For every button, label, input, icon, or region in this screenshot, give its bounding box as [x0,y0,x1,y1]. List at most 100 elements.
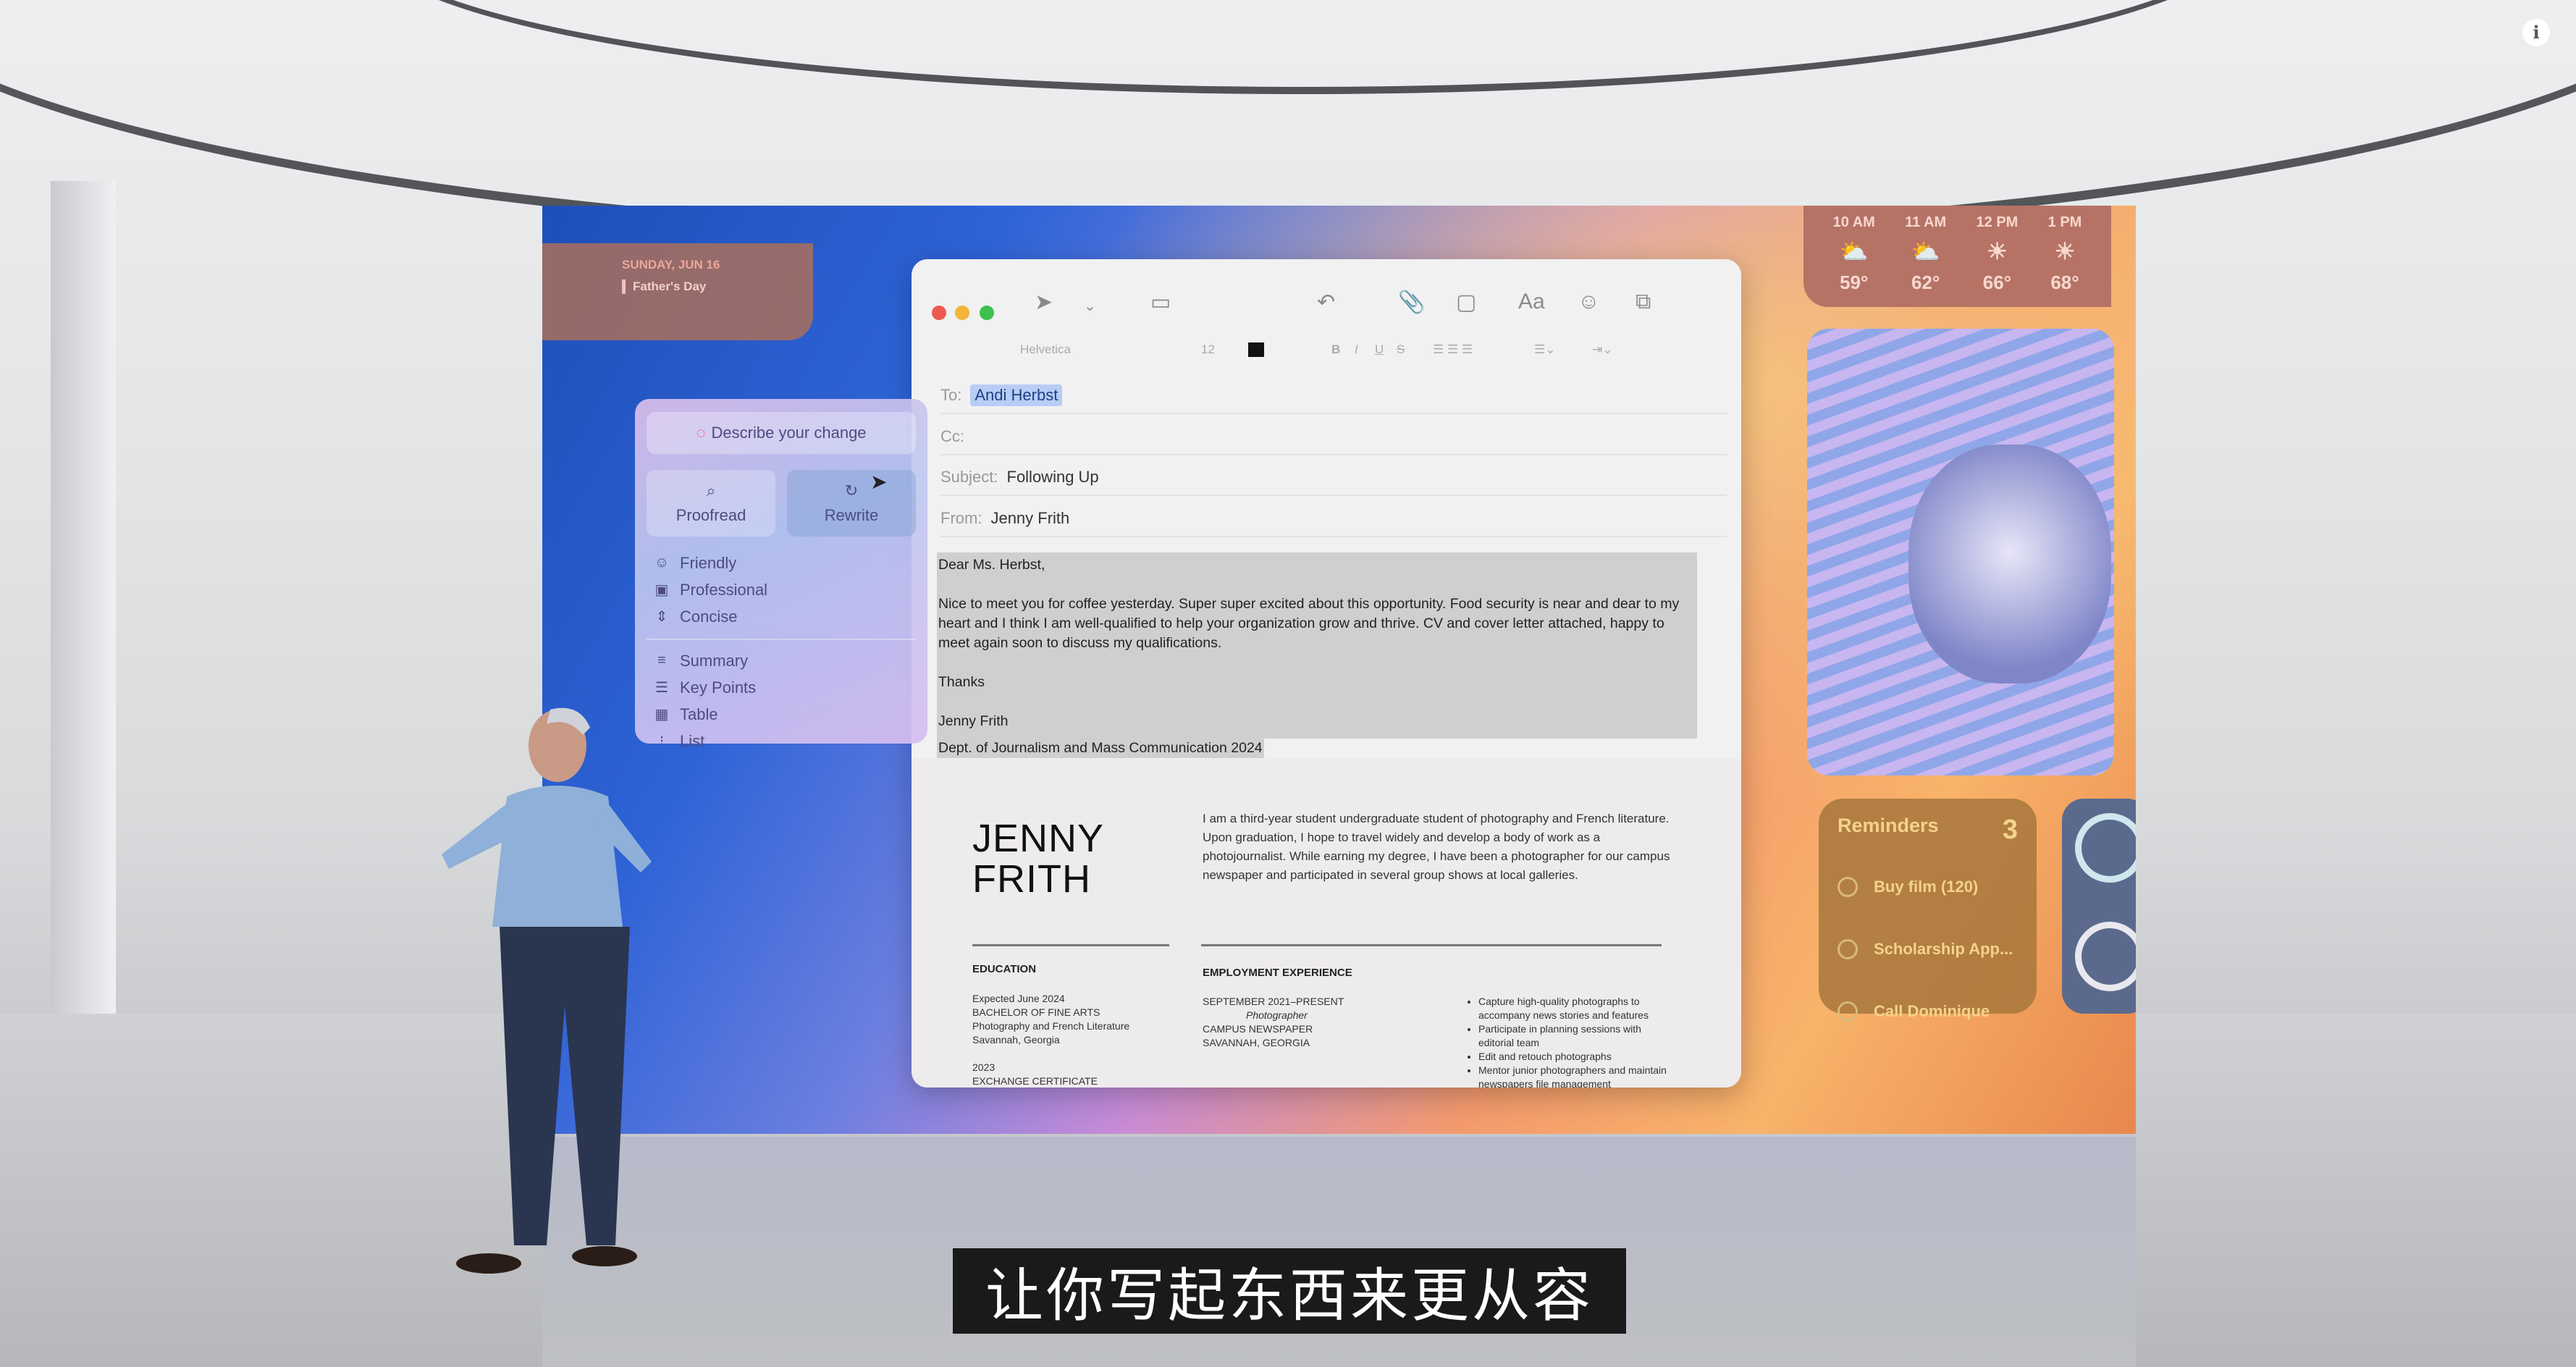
font-select[interactable]: Helvetica [1020,342,1071,357]
sun-icon: ☀ [1987,238,2008,264]
align-icon[interactable]: ☰ ☰ ☰ [1433,342,1473,357]
cc-field[interactable]: Cc: [940,419,1727,455]
format-options: ≡ Summary ☰ Key Points ▦ Table ⁝ List [647,647,916,754]
briefcase-icon: ▣ [654,582,669,598]
to-field[interactable]: To: Andi Herbst [940,378,1727,414]
send-icon[interactable]: ➤ [1035,290,1053,315]
photo-widget[interactable] [1807,329,2114,775]
desktop-screen: SUNDAY, JUN 16 Father's Day 10 AM ⛅ 59° 11… [542,206,2136,1134]
concise-icon: ⇕ [655,609,668,625]
calendar-event: Father's Day [622,279,706,294]
signature-dept: Dept. of Journalism and Mass Communicati… [937,739,1264,758]
underline-button[interactable]: U [1375,342,1384,357]
job-entry: SEPTEMBER 2021–PRESENT Photographer CAMPUS… [1203,996,1344,1048]
duties-list: Capture high-quality photographs to acco… [1465,995,1675,1088]
employment-heading: EMPLOYMENT EXPERIENCE [1203,967,1352,979]
weather-hour: 1 PM ☀ 68° [2047,214,2082,293]
describe-change-input[interactable]: ◌ Describe your change [647,412,916,454]
rewrite-button[interactable]: ↻ Rewrite [787,470,916,537]
weather-hour: 11 AM ⛅ 62° [1905,214,1947,293]
minimize-button[interactable] [955,306,969,320]
tone-options: ☺ Friendly ▣ Professional ⇕ Concise [647,550,916,640]
summary-icon: ≡ [657,652,666,668]
chevron-down-icon[interactable]: ⌄ [1084,297,1096,315]
subtitle-caption: 让你写起东西来更从容 [953,1248,1626,1334]
zoom-button[interactable] [980,306,994,320]
table-option[interactable]: ▦ Table [647,701,916,728]
reminders-count: 3 [2002,815,2018,845]
message-body[interactable]: Dear Ms. Herbst, Nice to meet you for co… [937,552,1697,758]
info-icon[interactable]: i [2522,19,2550,46]
presenter-jeans [500,927,630,1245]
selected-text: Dear Ms. Herbst, Nice to meet you for co… [937,552,1697,739]
resume-name: JENNY FRITH [972,817,1105,901]
writing-tools-panel: ◌ Describe your change ⌕ Proofread ↻ Rewrit… [635,399,927,750]
mouse-battery-icon [2075,922,2136,991]
close-button[interactable] [932,306,946,320]
body-paragraph: Nice to meet you for coffee yesterday. S… [938,596,1680,651]
photo-browser-icon[interactable]: ▢ [1456,290,1476,315]
friendly-option[interactable]: ☺ Friendly [647,550,916,576]
mail-compose-window: ➤ ⌄ ▭ ↶ 📎 ▢ Aa ☺ ⧉ Helvetica 12 B I U S … [912,259,1741,1088]
reminders-widget[interactable]: Reminders 3 Buy film (120) Scholarship Ap… [1819,799,2037,1022]
education-entry: Expected June 2024 BACHELOR OF FINE ARTS P… [972,993,1130,1087]
key-points-option[interactable]: ☰ Key Points [647,674,916,701]
signature-name: Jenny Frith [938,713,1009,729]
strikethrough-button[interactable]: S [1397,342,1405,357]
checkbox-icon[interactable] [1838,939,1858,959]
checkbox-icon[interactable] [1838,1001,1858,1022]
emoji-icon[interactable]: ☺ [1578,290,1600,314]
list-icon[interactable]: ☰⌄ [1534,342,1555,357]
calendar-widget[interactable]: SUNDAY, JUN 16 Father's Day [542,243,813,340]
weather-widget[interactable]: 10 AM ⛅ 59° 11 AM ⛅ 62° 12 PM ☀ 66° 1 PM ☀ 68° [1803,206,2111,307]
divider [1201,944,1662,946]
checkbox-icon[interactable] [1838,877,1858,897]
font-size-select[interactable]: 12 [1201,342,1215,357]
closing: Thanks [938,674,985,690]
dog-photo [1908,445,2111,684]
key-points-icon: ☰ [655,680,668,696]
resume-attachment[interactable]: JENNY FRITH I am a third-year student und… [912,759,1741,1088]
list-option[interactable]: ⁝ List [647,728,916,754]
divider [972,944,1169,946]
format-bar: Helvetica 12 B I U S ☰ ☰ ☰ ☰⌄ ⇥⌄ [912,342,1741,367]
wall-pillar [51,181,116,1035]
partly-cloudy-icon: ⛅ [1839,238,1869,264]
indent-icon[interactable]: ⇥⌄ [1592,342,1613,357]
subject-field[interactable]: Subject: Following Up [940,460,1727,496]
mouse-pointer-icon: ➤ [870,471,888,493]
education-heading: EDUCATION [972,963,1037,975]
keynote-stage: SUNDAY, JUN 16 Father's Day 10 AM ⛅ 59° 11… [0,0,2576,1367]
presenter-shirt [492,786,623,927]
greeting: Dear Ms. Herbst, [938,557,1045,573]
from-field[interactable]: From: Jenny Frith [940,501,1727,537]
calendar-date: SUNDAY, JUN 16 [622,258,720,272]
smiley-icon: ☺ [654,555,670,571]
italic-button[interactable]: I [1355,342,1358,357]
sun-icon: ☀ [2054,238,2076,264]
text-color-swatch[interactable] [1248,342,1264,357]
rewrite-icon: ↻ [844,481,859,500]
presenter [442,707,652,1274]
reply-icon[interactable]: ↶ [1317,290,1335,315]
partly-cloudy-icon: ⛅ [1911,238,1940,264]
concise-option[interactable]: ⇕ Concise [647,603,916,630]
apple-intelligence-icon: ◌ [696,424,706,442]
resume-bio: I am a third-year student undergraduate … [1203,812,1670,882]
laptop-battery-icon [2075,813,2136,883]
professional-option[interactable]: ▣ Professional [647,576,916,603]
attachment-icon[interactable]: 📎 [1398,290,1425,315]
insert-media-icon[interactable]: ⧉ [1636,290,1651,314]
weather-hour: 10 AM ⛅ 59° [1832,214,1875,293]
font-button[interactable]: Aa [1518,290,1545,314]
weather-hour: 12 PM ☀ 66° [1976,214,2019,293]
bold-button[interactable]: B [1331,342,1340,357]
recipient-chip[interactable]: Andi Herbst [970,384,1063,406]
batteries-widget[interactable] [2062,799,2136,1014]
reminder-item[interactable]: Scholarship App... [1838,918,2018,980]
header-fields-icon[interactable]: ▭ [1150,290,1171,315]
proofread-button[interactable]: ⌕ Proofread [647,470,775,537]
reminder-item[interactable]: Buy film (120) [1838,856,2018,918]
summary-option[interactable]: ≡ Summary [647,647,916,674]
reminder-item[interactable]: Call Dominique [1838,980,2018,1043]
